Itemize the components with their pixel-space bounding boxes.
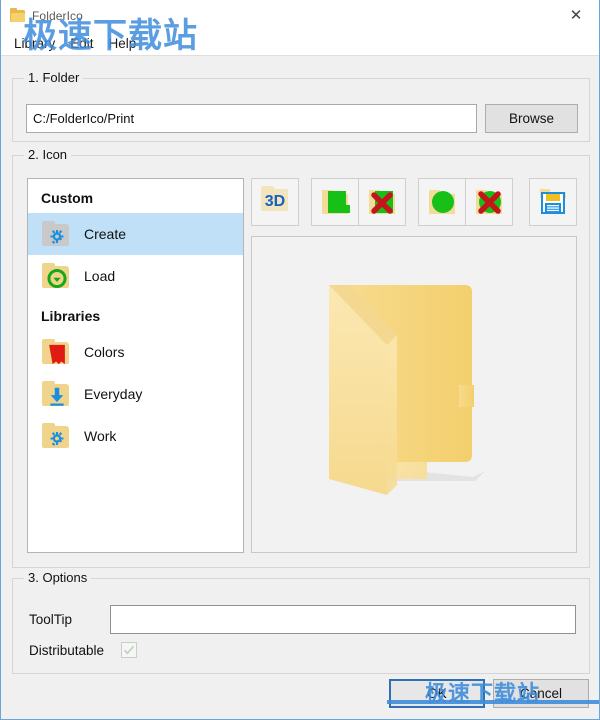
save-button[interactable] [530, 179, 576, 225]
cancel-button[interactable]: Cancel [493, 679, 589, 708]
ok-button[interactable]: OK [389, 679, 485, 708]
tooltip-label: ToolTip [29, 612, 73, 627]
menu-item-library[interactable]: Library [8, 34, 61, 54]
check-icon [123, 645, 135, 655]
list-item-work[interactable]: Work [28, 415, 243, 457]
toolbar-group-round [418, 178, 513, 226]
menu-item-edit[interactable]: Edit [64, 34, 99, 54]
list-item-label: Colors [84, 344, 125, 360]
shape-round-remove-button[interactable] [465, 179, 511, 225]
browse-button[interactable]: Browse [485, 104, 578, 133]
folder-download-icon [41, 263, 71, 289]
close-icon[interactable]: ✕ [553, 0, 599, 31]
shape-round-button[interactable] [419, 179, 465, 225]
app-folder-icon [10, 8, 26, 24]
tooltip-input[interactable] [110, 605, 576, 634]
folder-arrow-down-icon [41, 381, 71, 407]
icon-group: 2. Icon Custom Create Load Libraries Col… [12, 147, 590, 568]
title-bar: FolderIco ✕ [1, 0, 599, 32]
window-title: FolderIco [32, 9, 83, 23]
distributable-label: Distributable [29, 643, 105, 658]
menu-item-help[interactable]: Help [103, 34, 143, 54]
options-group: 3. Options ToolTip Distributable [12, 570, 590, 674]
list-item-label: Create [84, 226, 127, 242]
list-item-everyday[interactable]: Everyday [28, 373, 243, 415]
list-item-load[interactable]: Load [28, 255, 243, 297]
application-window: FolderIco ✕ Library Edit Help 1. Folder … [0, 0, 600, 720]
options-group-title: 3. Options [24, 570, 92, 585]
folder-path-input[interactable] [26, 104, 477, 133]
toolbar-group-square [311, 178, 406, 226]
list-header-custom: Custom [41, 190, 94, 206]
list-header-libraries: Libraries [41, 308, 101, 324]
3d-button[interactable]: 3D [252, 179, 298, 225]
list-item-colors[interactable]: Colors [28, 331, 243, 373]
shape-square-button[interactable] [312, 179, 358, 225]
icon-toolbar: 3D [251, 178, 577, 226]
folder-preview-icon [329, 285, 485, 495]
folder-red-icon [41, 339, 71, 365]
menu-bar: Library Edit Help [1, 32, 599, 56]
folder-gear-icon [41, 221, 71, 247]
toolbar-group-3d: 3D [251, 178, 299, 226]
distributable-checkbox[interactable] [121, 642, 137, 658]
3d-button-label: 3D [264, 193, 286, 210]
shape-square-remove-button[interactable] [358, 179, 404, 225]
list-item-label: Everyday [84, 386, 143, 402]
list-item-create[interactable]: Create [28, 213, 243, 255]
icon-group-title: 2. Icon [24, 147, 72, 162]
folder-group-title: 1. Folder [24, 70, 84, 85]
list-item-label: Work [84, 428, 117, 444]
toolbar-group-save [529, 178, 577, 226]
folder-group: 1. Folder Browse [12, 70, 590, 142]
icon-preview-pane [251, 236, 577, 553]
folder-gear-blue-icon [41, 423, 71, 449]
list-item-label: Load [84, 268, 116, 284]
icon-source-list[interactable]: Custom Create Load Libraries Colors Ever… [27, 178, 244, 553]
